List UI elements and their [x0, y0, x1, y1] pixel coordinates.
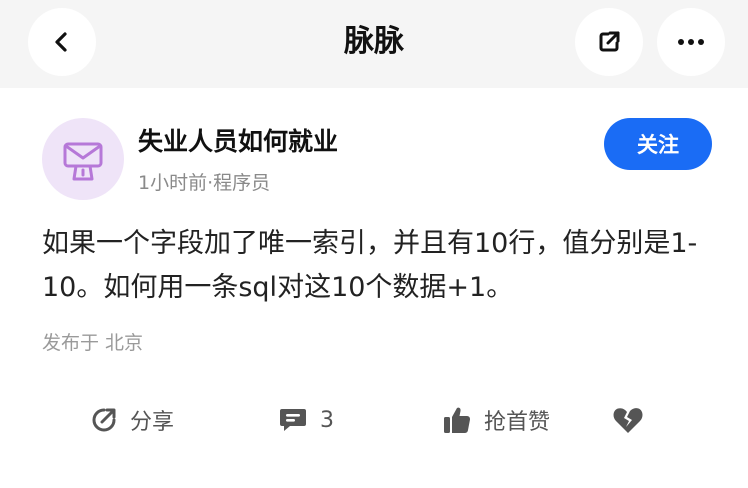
share-label: 分享: [130, 410, 175, 435]
broken-heart-icon: [613, 408, 643, 433]
chevron-left-icon: [55, 32, 67, 52]
top-bar: 脉脉: [0, 0, 748, 88]
follow-button[interactable]: 关注: [604, 118, 712, 170]
share-action[interactable]: 分享: [90, 400, 174, 440]
back-button[interactable]: [28, 8, 96, 76]
avatar[interactable]: [42, 118, 124, 200]
comment-count: 3: [320, 407, 334, 433]
like-action[interactable]: 抢首赞: [442, 400, 550, 440]
comment-action[interactable]: 3: [278, 400, 334, 440]
post-location: 发布于 北京: [42, 332, 144, 354]
share-out-button[interactable]: [575, 8, 643, 76]
post-content: 如果一个字段加了唯一索引，并且有10行，值分别是1-10。如何用一条sql对这1…: [42, 228, 698, 303]
dislike-action[interactable]: [612, 400, 644, 440]
thumbs-up-icon: [444, 407, 471, 433]
post-meta: 1小时前·程序员: [138, 172, 271, 194]
mail-envelope-icon: [63, 142, 103, 181]
more-dots-icon: [678, 39, 704, 45]
external-share-icon: [599, 31, 620, 52]
share-compose-icon: [92, 408, 116, 432]
like-label: 抢首赞: [484, 410, 551, 435]
more-button[interactable]: [657, 8, 725, 76]
author-name[interactable]: 失业人员如何就业: [138, 122, 338, 158]
comment-icon: [280, 409, 306, 431]
